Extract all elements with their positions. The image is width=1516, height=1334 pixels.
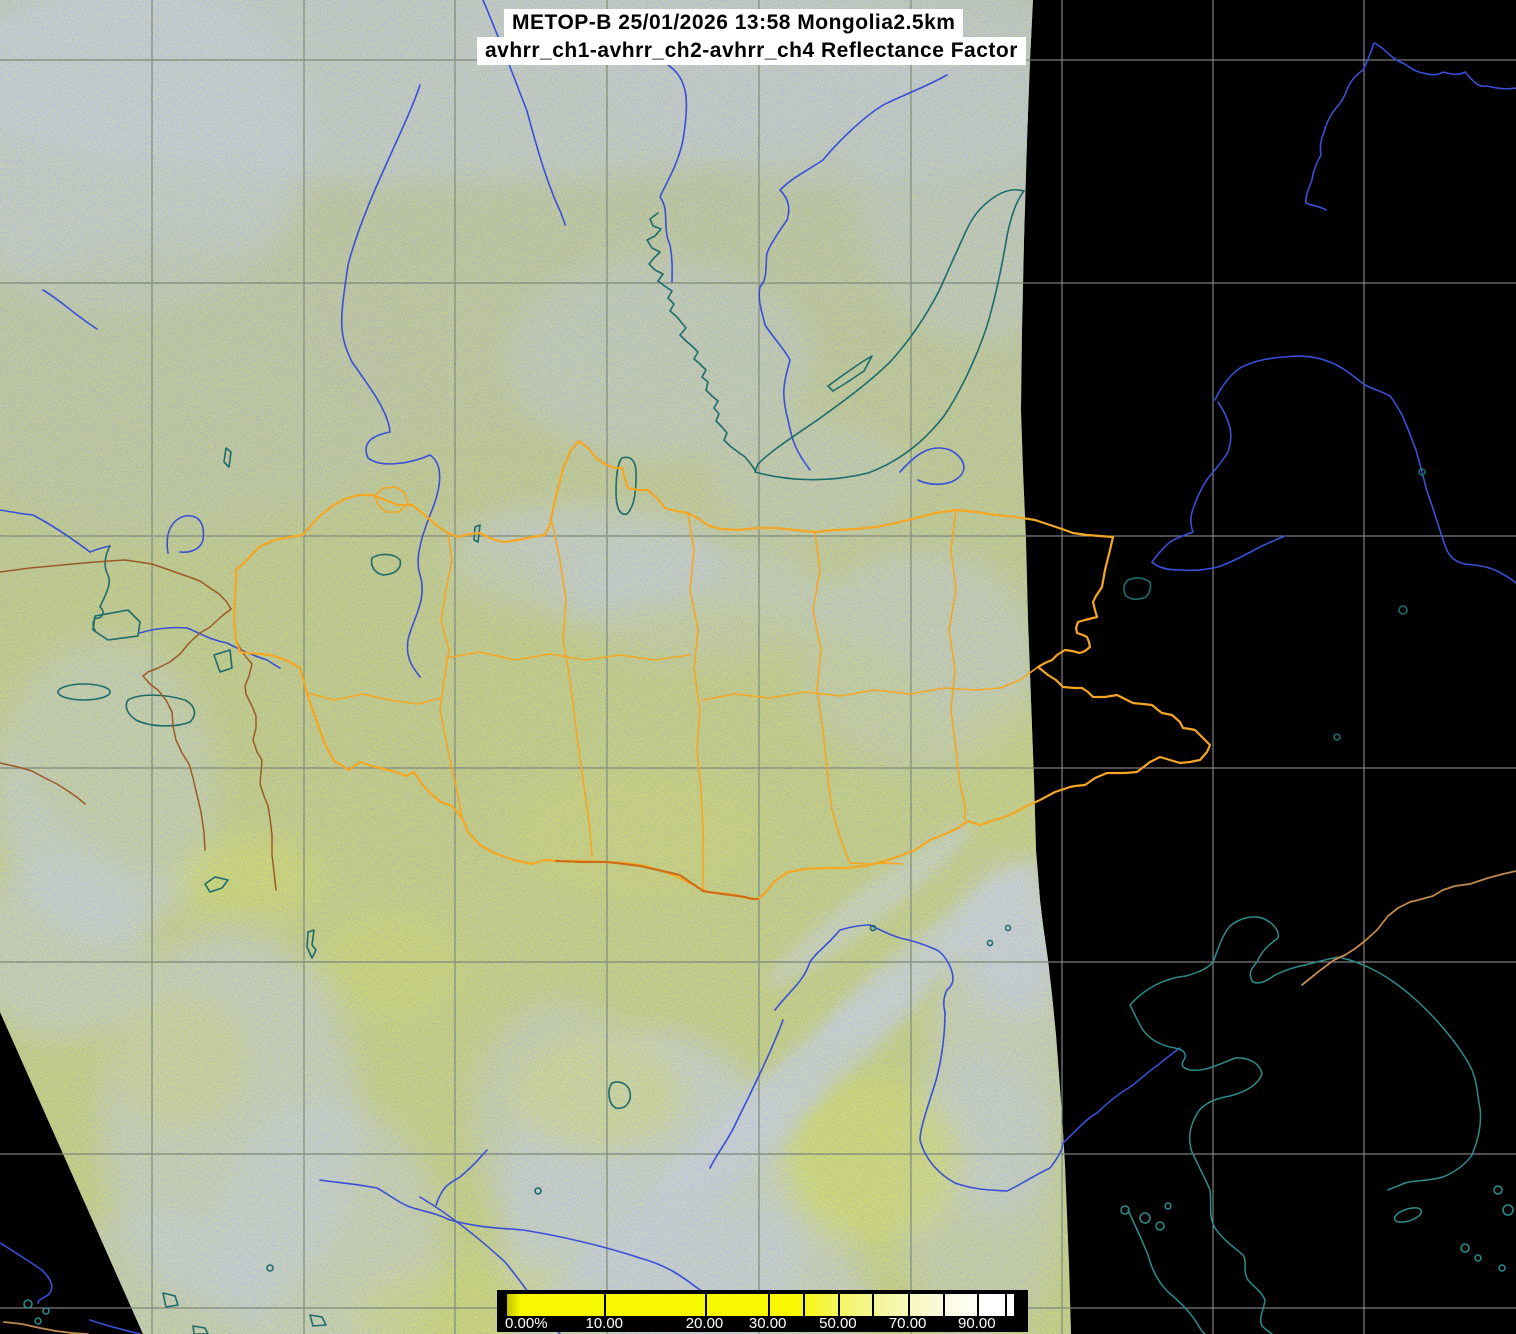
image-title-line2: avhrr_ch1-avhrr_ch2-avhrr_ch4 Reflectanc…: [477, 37, 1026, 65]
colorbar-tick: [505, 1294, 507, 1316]
colorbar-label: 70.00: [889, 1316, 927, 1331]
colorbar-tick: [1005, 1294, 1007, 1316]
colorbar-tick: [803, 1294, 805, 1316]
reflectance-colorbar: 0.00% 10.00 20.00 30.00 50.00 70.00 90.0…: [497, 1290, 1028, 1332]
image-title-line1: METOP-B 25/01/2026 13:58 Mongolia2.5km: [504, 9, 963, 37]
colorbar-tick: [604, 1294, 606, 1316]
colorbar-gradient: [505, 1294, 1014, 1316]
satellite-map: [0, 0, 1516, 1334]
colorbar-label: 90.00: [958, 1316, 996, 1331]
colorbar-tick: [705, 1294, 707, 1316]
colorbar-tick: [977, 1294, 979, 1316]
colorbar-label: 0.00%: [505, 1316, 548, 1331]
colorbar-tick: [872, 1294, 874, 1316]
colorbar-tick: [838, 1294, 840, 1316]
colorbar-label: 20.00: [686, 1316, 724, 1331]
colorbar-tick: [908, 1294, 910, 1316]
colorbar-tick: [943, 1294, 945, 1316]
satellite-image-viewer: METOP-B 25/01/2026 13:58 Mongolia2.5km a…: [0, 0, 1516, 1334]
colorbar-label: 30.00: [749, 1316, 787, 1331]
colorbar-label: 10.00: [585, 1316, 623, 1331]
colorbar-tick: [768, 1294, 770, 1316]
colorbar-label: 50.00: [819, 1316, 857, 1331]
colorbar-labels: 0.00% 10.00 20.00 30.00 50.00 70.00 90.0…: [505, 1316, 1014, 1332]
colorbar-ticks: [505, 1294, 1014, 1316]
